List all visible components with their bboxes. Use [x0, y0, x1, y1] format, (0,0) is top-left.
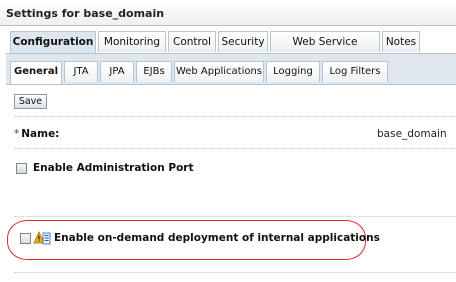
divider	[14, 272, 456, 273]
required-marker: *	[14, 128, 20, 140]
tab-web-service-security[interactable]: Web Service Security	[270, 31, 380, 68]
divider	[14, 148, 456, 149]
name-label: * Name:	[14, 128, 59, 140]
subtab-log-filters[interactable]: Log Filters	[322, 61, 388, 82]
admin-port-checkbox[interactable]	[16, 163, 27, 174]
subtab-web-applications[interactable]: Web Applications	[174, 61, 264, 82]
subtab-logging[interactable]: Logging	[266, 61, 320, 82]
subtab-jpa[interactable]: JPA	[100, 61, 134, 82]
subtab-jta[interactable]: JTA	[64, 61, 98, 82]
subtab-ejbs[interactable]: EJBs	[136, 61, 172, 82]
page-title: Settings for base_domain	[6, 7, 165, 20]
settings-header: Settings for base_domain	[0, 0, 456, 26]
sub-tabs: General JTA JPA EJBs Web Applications Lo…	[6, 54, 456, 85]
name-label-text: Name:	[21, 128, 60, 140]
on-demand-checkbox[interactable]	[20, 233, 31, 244]
tab-monitoring[interactable]: Monitoring	[98, 31, 166, 52]
main-tabs: Configuration Monitoring Control Securit…	[6, 31, 456, 68]
tab-configuration[interactable]: Configuration	[10, 31, 96, 53]
tab-control[interactable]: Control	[168, 31, 216, 52]
admin-port-label: Enable Administration Port	[33, 162, 194, 174]
divider	[14, 216, 456, 217]
divider	[14, 116, 456, 117]
tab-security[interactable]: Security	[218, 31, 268, 52]
warning-info-icon	[33, 231, 51, 245]
save-button[interactable]: Save	[14, 94, 47, 109]
on-demand-label: Enable on-demand deployment of internal …	[54, 232, 380, 244]
name-value: base_domain	[377, 128, 447, 140]
tab-notes[interactable]: Notes	[382, 31, 420, 52]
subtab-general[interactable]: General	[10, 61, 62, 84]
